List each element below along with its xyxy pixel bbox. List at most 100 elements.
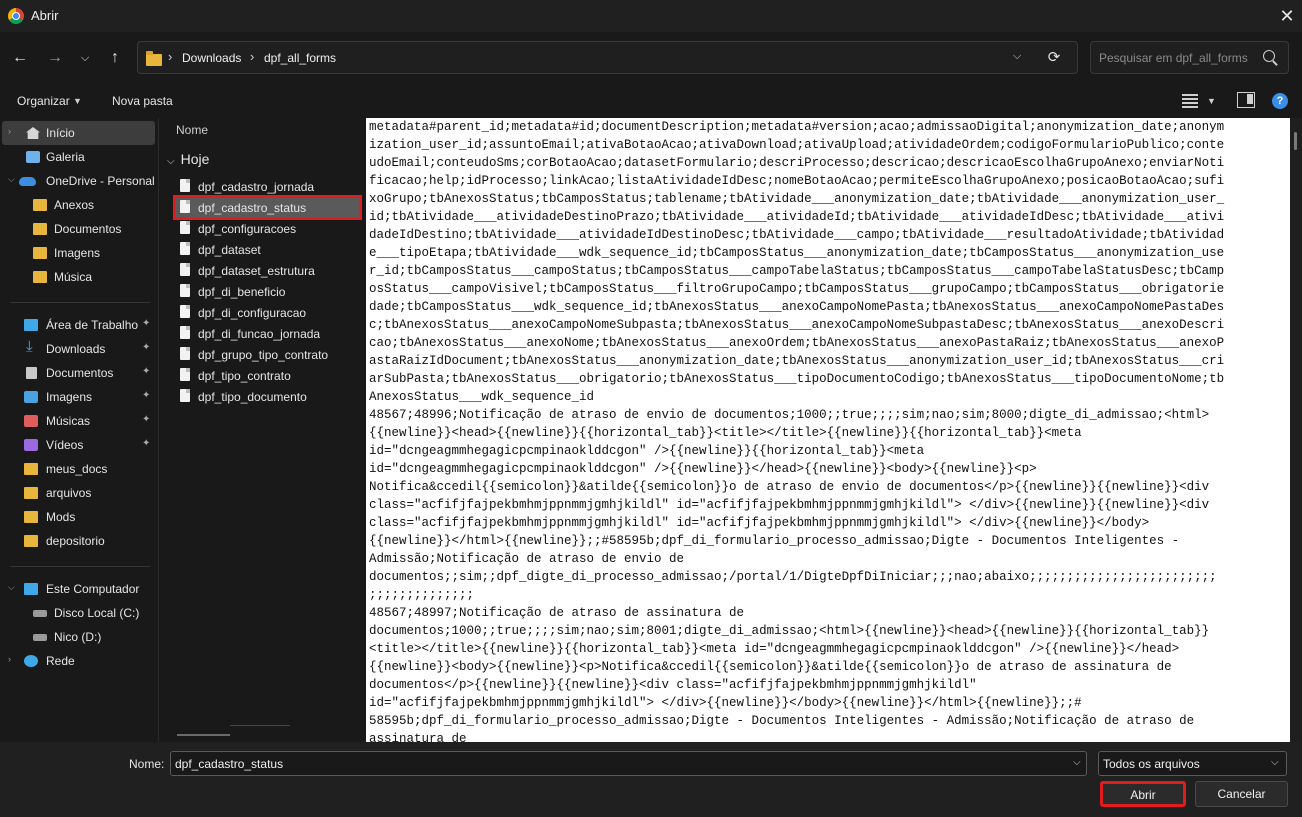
file-name: dpf_configuracoes (198, 222, 297, 236)
organize-button[interactable]: Organizar (17, 94, 70, 108)
sidebar-item-documentos-onedrive[interactable]: Documentos (2, 217, 155, 241)
forward-button[interactable]: → (41, 44, 69, 72)
preview-line: documentos;1000;;true;;;;sim;nao;sim;800… (369, 624, 1210, 638)
file-row[interactable]: dpf_grupo_tipo_contrato (175, 344, 360, 365)
file-type-dropdown-icon[interactable]: ⌵ (1271, 757, 1279, 768)
new-folder-button[interactable]: Nova pasta (112, 94, 173, 108)
navigation-bar: ← → ⌵ ↑ › Downloads › dpf_all_forms ⌵ ⟳ (0, 32, 1302, 84)
expand-chevron-icon[interactable]: ⌵ (8, 582, 15, 593)
sidebar-item-label: Galeria (46, 150, 85, 164)
file-name-input[interactable] (175, 756, 1055, 772)
collapse-chevron-icon[interactable]: ⌵ (167, 156, 175, 167)
file-icon (180, 263, 190, 276)
expand-chevron-icon[interactable]: › (8, 126, 11, 136)
view-details-icon[interactable] (1181, 92, 1199, 108)
preview-line: AnexosStatus___wdk_sequence_id (369, 390, 595, 404)
file-row-selected[interactable]: dpf_cadastro_status (173, 195, 362, 220)
sidebar-item-anexos[interactable]: Anexos (2, 193, 155, 217)
sidebar-item-onedrive[interactable]: ⌵ OneDrive - Personal (2, 169, 155, 193)
file-row[interactable]: dpf_cadastro_jornada (175, 176, 360, 197)
file-row[interactable]: dpf_tipo_documento (175, 386, 360, 407)
sidebar-item-inicio[interactable]: › Início (2, 121, 155, 145)
close-button[interactable]: ✕ (1272, 2, 1302, 30)
file-row[interactable]: dpf_configuracoes (175, 218, 360, 239)
sidebar-item-label: Mods (46, 510, 76, 524)
home-icon (26, 127, 40, 139)
view-options-dropdown-icon[interactable]: ▼ (1207, 96, 1216, 106)
preview-pane-icon[interactable] (1237, 92, 1255, 108)
file-icon (180, 368, 190, 381)
file-name-dropdown-icon[interactable]: ⌵ (1073, 757, 1081, 768)
file-row[interactable]: dpf_di_configuracao (175, 302, 360, 323)
refresh-icon[interactable]: ⟳ (1040, 44, 1068, 72)
preview-scrollbar-thumb[interactable] (1294, 132, 1297, 150)
address-dropdown-icon[interactable]: ⌵ (1013, 50, 1021, 63)
sidebar-item-documentos[interactable]: Documentos ✦ (2, 361, 155, 385)
sidebar-item-depositorio[interactable]: depositorio (2, 529, 155, 553)
sidebar-item-musicas[interactable]: Músicas ✦ (2, 409, 155, 433)
preview-line: ficacao;help;idProcesso;linkAcao;listaAt… (369, 174, 1225, 188)
search-box[interactable] (1090, 41, 1289, 74)
column-header-name[interactable]: Nome (176, 123, 208, 137)
file-row[interactable]: dpf_di_beneficio (175, 281, 360, 302)
expand-chevron-icon[interactable]: ⌵ (8, 174, 15, 185)
drive-icon (33, 610, 47, 617)
sidebar-item-meus-docs[interactable]: meus_docs (2, 457, 155, 481)
recent-locations-chevron-icon[interactable]: ⌵ (71, 44, 99, 72)
sidebar-item-label: Músicas (46, 414, 91, 428)
file-icon (180, 347, 190, 360)
file-name-combobox[interactable]: ⌵ (170, 751, 1087, 776)
sidebar-item-label: Documentos (46, 366, 114, 380)
preview-line: dadeIdDestino;tbAtividade___atividadeIdD… (369, 228, 1225, 242)
open-button[interactable]: Abrir (1100, 781, 1186, 807)
horizontal-scrollbar-thumb[interactable] (177, 734, 230, 736)
sidebar-divider (10, 302, 150, 303)
up-button[interactable]: ↑ (101, 44, 129, 72)
file-row[interactable]: dpf_tipo_contrato (175, 365, 360, 386)
preview-line: 58595b;dpf_di_formulario_processo_admiss… (369, 714, 1195, 728)
file-row[interactable]: dpf_dataset (175, 239, 360, 260)
sidebar-item-imagens[interactable]: Imagens ✦ (2, 385, 155, 409)
breadcrumb-downloads[interactable]: Downloads (182, 51, 241, 65)
sidebar-item-nico-d[interactable]: Nico (D:) (2, 625, 155, 649)
cancel-button[interactable]: Cancelar (1195, 781, 1288, 807)
address-bar[interactable]: › Downloads › dpf_all_forms ⌵ (137, 41, 1078, 74)
file-row[interactable]: dpf_di_funcao_jornada (175, 323, 360, 344)
sidebar-item-area-de-trabalho[interactable]: Área de Trabalho ✦ (2, 313, 155, 337)
sidebar-item-downloads[interactable]: ⤓ Downloads ✦ (2, 337, 155, 361)
horizontal-scrollbar-track[interactable] (230, 725, 290, 726)
help-icon[interactable]: ? (1272, 93, 1288, 109)
pin-icon: ✦ (142, 366, 151, 377)
sidebar-item-disco-local-c[interactable]: Disco Local (C:) (2, 601, 155, 625)
sidebar-item-musica-onedrive[interactable]: Música (2, 265, 155, 289)
file-name: dpf_cadastro_status (198, 201, 307, 215)
sidebar-item-mods[interactable]: Mods (2, 505, 155, 529)
file-name: dpf_di_beneficio (198, 285, 286, 299)
preview-text: metadata#parent_id;metadata#id;documentD… (369, 118, 1283, 742)
search-icon[interactable] (1263, 50, 1275, 62)
pin-icon: ✦ (142, 414, 151, 425)
preview-line: id;tbAtividade___atividadeDestinoPrazo;t… (369, 210, 1225, 224)
sidebar-item-este-computador[interactable]: ⌵ Este Computador (2, 577, 155, 601)
sidebar-item-arquivos[interactable]: arquivos (2, 481, 155, 505)
group-header-today[interactable]: ⌵ Hoje (167, 151, 209, 167)
group-label: Hoje (180, 151, 210, 167)
sidebar-item-imagens-onedrive[interactable]: Imagens (2, 241, 155, 265)
expand-chevron-icon[interactable]: › (8, 654, 11, 664)
preview-scrollbar[interactable] (1290, 118, 1302, 742)
file-icon (180, 242, 190, 255)
folder-icon (33, 223, 47, 235)
sidebar-item-galeria[interactable]: Galeria (2, 145, 155, 169)
file-type-select[interactable]: Todos os arquivos ⌵ (1098, 751, 1287, 776)
search-input[interactable] (1099, 49, 1259, 67)
organize-dropdown-icon[interactable]: ▼ (73, 96, 82, 106)
sidebar-item-videos[interactable]: Vídeos ✦ (2, 433, 155, 457)
preview-line: 48567;48996;Notificação de atraso de env… (369, 408, 1210, 422)
file-name: dpf_tipo_contrato (198, 369, 291, 383)
file-row[interactable]: dpf_dataset_estrutura (175, 260, 360, 281)
file-icon (180, 179, 190, 192)
sidebar-item-rede[interactable]: › Rede (2, 649, 155, 673)
breadcrumb-dpf-all-forms[interactable]: dpf_all_forms (264, 51, 336, 65)
back-button[interactable]: ← (6, 44, 34, 72)
cloud-icon (19, 177, 36, 186)
